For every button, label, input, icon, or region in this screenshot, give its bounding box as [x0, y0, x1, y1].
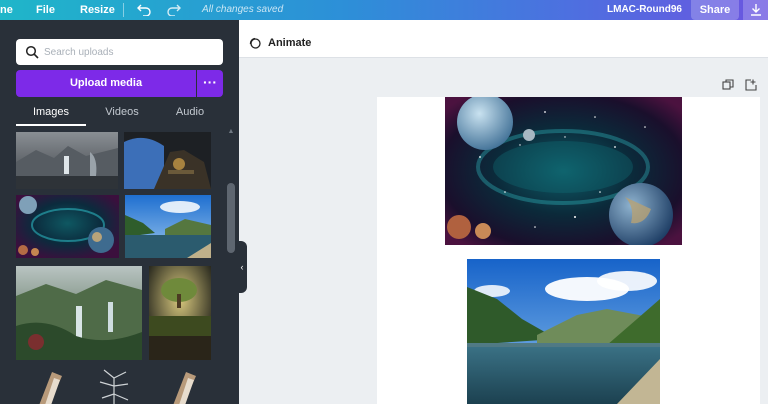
uploads-panel: Upload media ··· Images Videos Audio — [0, 20, 239, 404]
upload-thumbnail[interactable] — [16, 195, 119, 258]
save-status: All changes saved — [202, 4, 284, 15]
scrollbar-thumb[interactable] — [227, 183, 235, 253]
upload-thumbnail[interactable] — [16, 132, 118, 189]
upload-thumbnail[interactable] — [16, 266, 142, 360]
tab-audio[interactable]: Audio — [155, 106, 225, 118]
upload-thumbnail[interactable] — [94, 368, 134, 404]
upload-thumbnail[interactable] — [164, 368, 198, 404]
upload-thumbnail[interactable] — [30, 368, 64, 404]
space-image[interactable] — [445, 97, 682, 245]
media-tabs: Images Videos Audio — [16, 102, 223, 126]
file-menu[interactable]: File — [36, 0, 55, 20]
share-button[interactable]: Share — [691, 0, 739, 20]
search-icon — [25, 45, 39, 59]
download-icon — [750, 4, 761, 16]
upload-thumbnail[interactable] — [149, 266, 211, 360]
tab-images[interactable]: Images — [16, 106, 86, 118]
redo-icon[interactable] — [166, 0, 182, 20]
active-tab-indicator — [16, 124, 86, 126]
uploads-gallery — [0, 130, 230, 404]
upload-thumbnail[interactable] — [124, 132, 211, 189]
undo-icon[interactable] — [136, 0, 152, 20]
tab-videos[interactable]: Videos — [87, 106, 157, 118]
upload-media-button[interactable]: Upload media — [16, 70, 196, 97]
duplicate-page-icon[interactable] — [722, 79, 734, 91]
resize-button[interactable]: Resize — [80, 0, 115, 20]
animate-button[interactable]: Animate — [268, 37, 311, 49]
collapse-panel-button[interactable]: ‹ — [237, 241, 247, 293]
scroll-up-arrow[interactable]: ▲ — [227, 128, 235, 136]
upload-options-button[interactable]: ··· — [197, 70, 223, 97]
upload-thumbnail[interactable] — [125, 195, 211, 258]
search-input[interactable] — [44, 42, 214, 62]
download-button[interactable] — [743, 0, 768, 20]
home-link[interactable]: ne — [0, 0, 13, 20]
animate-icon[interactable] — [249, 37, 261, 49]
lake-image[interactable] — [467, 259, 660, 404]
add-page-icon[interactable] — [745, 79, 757, 91]
search-box[interactable] — [16, 39, 223, 65]
divider — [123, 3, 124, 17]
page-tools — [718, 77, 762, 93]
editor-toolbar: Animate — [239, 20, 768, 58]
top-bar: ne File Resize All changes saved LMAC-Ro… — [0, 0, 768, 20]
document-title[interactable]: LMAC-Round96 — [607, 0, 682, 20]
